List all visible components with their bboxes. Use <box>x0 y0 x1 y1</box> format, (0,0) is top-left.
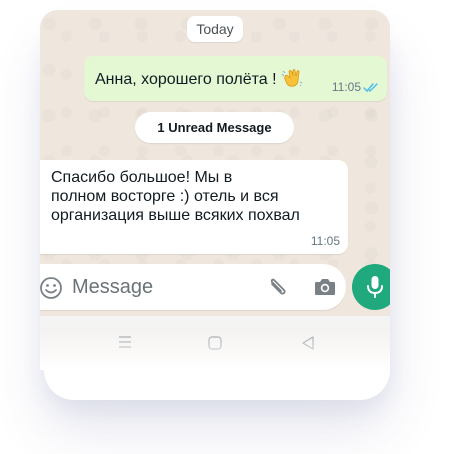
read-ticks-icon <box>363 83 378 93</box>
attach-clip-icon[interactable] <box>266 275 290 299</box>
waving-hand-icon <box>281 69 302 87</box>
voice-record-button[interactable] <box>352 264 390 310</box>
message-input[interactable] <box>72 274 232 300</box>
date-divider: Today <box>187 16 243 42</box>
unread-divider: 1 Unread Message <box>135 112 294 143</box>
incoming-message-line: полном восторге :) отель и вся <box>51 188 279 205</box>
outgoing-message[interactable]: Анна, хорошего полёта ! 11:05 <box>84 56 387 101</box>
microphone-icon <box>367 276 383 298</box>
incoming-message-line: организация выше всяких похвал <box>51 207 300 224</box>
incoming-message-line: Спасибо большое! Мы в <box>51 169 233 186</box>
bottom-fade <box>40 330 390 370</box>
incoming-message[interactable]: Спасибо большое! Мы в полном восторге :)… <box>40 160 348 254</box>
incoming-timestamp: 11:05 <box>310 234 340 248</box>
emoji-icon[interactable] <box>40 275 64 301</box>
outgoing-message-text: Анна, хорошего полёта ! <box>95 71 277 88</box>
outgoing-timestamp: 11:05 <box>331 80 361 94</box>
camera-icon[interactable] <box>313 276 337 298</box>
message-composer <box>40 264 346 310</box>
chat-wallpaper: Today Анна, хорошего полёта ! 11:05 1 Un… <box>40 10 390 316</box>
phone-screen: Today Анна, хорошего полёта ! 11:05 1 Un… <box>40 10 390 370</box>
